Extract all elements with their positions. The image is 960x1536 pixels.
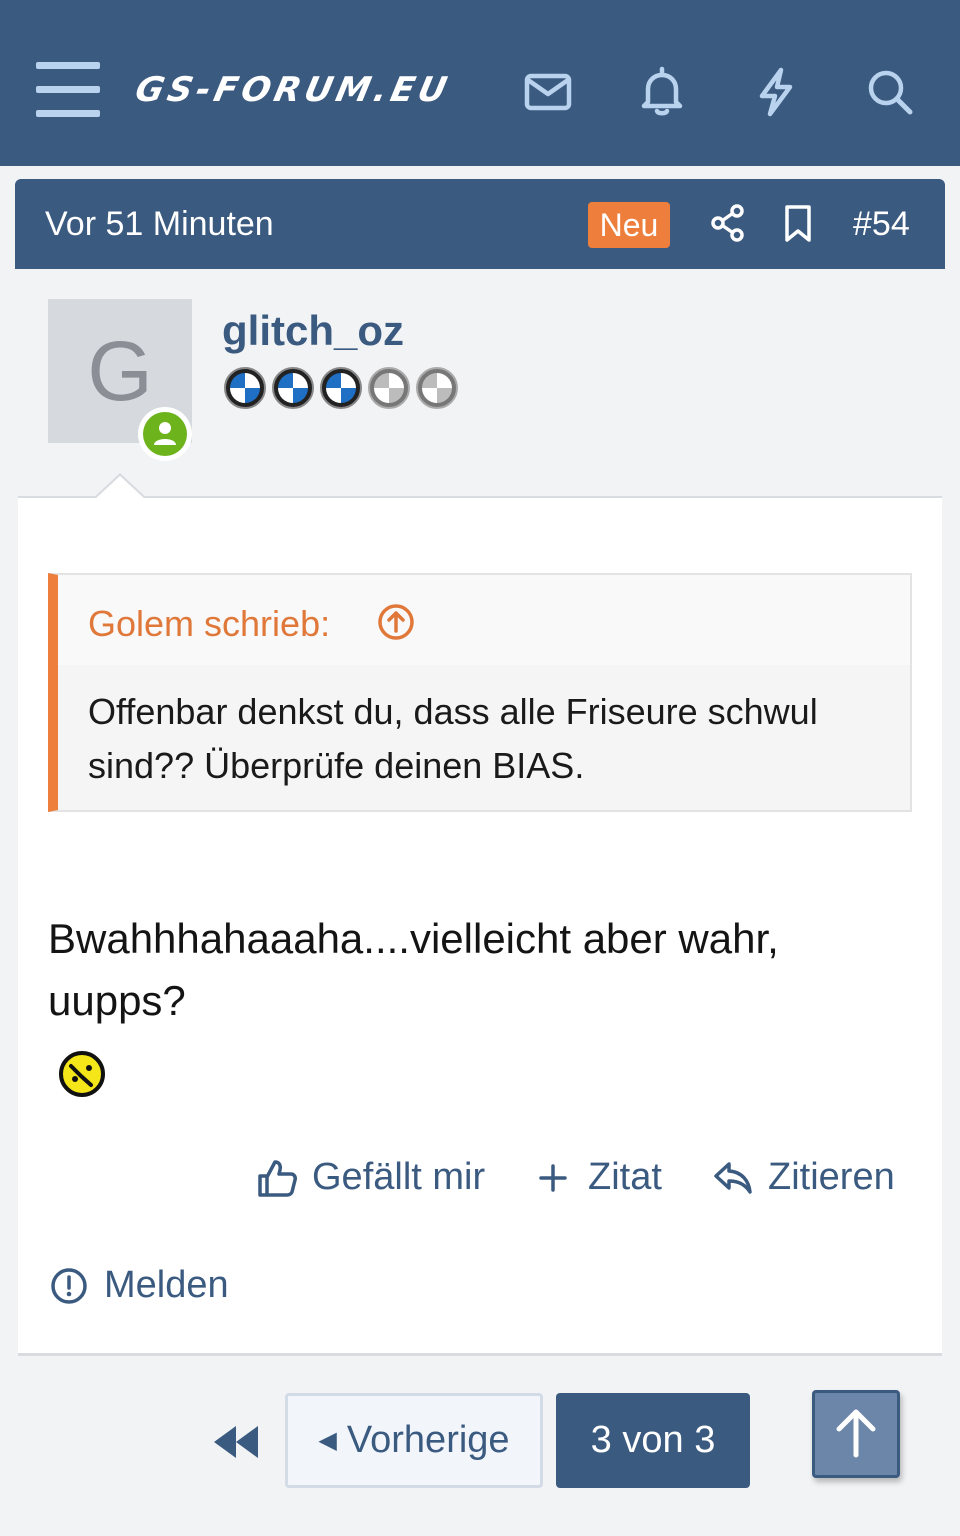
arrow-up-circle-icon[interactable] xyxy=(376,602,416,642)
rank-filled-icon xyxy=(222,365,268,411)
report-label: Melden xyxy=(104,1264,229,1306)
bookmark-icon[interactable] xyxy=(776,201,820,245)
page-indicator-button[interactable]: 3 von 3 xyxy=(556,1393,750,1488)
post-message: Bwahhhahaaaha....vielleicht aber wahr, u… xyxy=(48,915,779,1024)
reply-label: Zitieren xyxy=(768,1156,895,1198)
envelope-icon[interactable] xyxy=(520,64,576,120)
like-button[interactable]: Gefällt mir xyxy=(256,1156,485,1199)
post-header: Vor 51 Minuten Neu #54 xyxy=(15,179,945,269)
bell-icon[interactable] xyxy=(634,64,690,120)
like-label: Gefällt mir xyxy=(312,1156,486,1198)
quote-block: Golem schrieb: Offenbar denkst du, dass … xyxy=(48,573,912,812)
rank-empty-icon xyxy=(414,365,460,411)
new-badge: Neu xyxy=(588,202,670,248)
scroll-to-top-button[interactable] xyxy=(812,1390,900,1478)
post-body: Golem schrieb: Offenbar denkst du, dass … xyxy=(18,498,942,1356)
post-number[interactable]: #54 xyxy=(853,205,910,244)
site-logo[interactable]: GS-FORUM.EU xyxy=(132,70,455,110)
thumbs-up-icon xyxy=(258,1159,297,1197)
quote-text: Offenbar denkst du, dass alle Friseure s… xyxy=(88,691,818,786)
previous-page-button[interactable]: ◀ Vorherige xyxy=(285,1393,543,1488)
username[interactable]: glitch_oz xyxy=(222,307,404,355)
quote-author[interactable]: Golem schrieb: xyxy=(88,603,330,645)
smiley-icon xyxy=(58,1050,106,1098)
share-icon[interactable] xyxy=(706,201,750,245)
rank-filled-icon xyxy=(270,365,316,411)
online-indicator xyxy=(138,407,192,461)
add-quote-label: Zitat xyxy=(588,1156,662,1198)
previous-page-label: Vorherige xyxy=(346,1419,510,1461)
plus-icon xyxy=(539,1163,567,1192)
top-navigation-bar: GS-FORUM.EU xyxy=(0,0,960,166)
report-icon xyxy=(51,1267,87,1304)
user-online-icon xyxy=(143,412,187,456)
report-button[interactable]: Melden xyxy=(48,1264,229,1307)
user-rank xyxy=(222,365,462,411)
quote-header[interactable]: Golem schrieb: xyxy=(58,575,910,665)
arrow-up-icon xyxy=(836,1409,876,1458)
post-user-info: G glitch_oz xyxy=(18,269,942,500)
menu-icon[interactable] xyxy=(36,62,100,118)
reply-button[interactable]: Zitieren xyxy=(712,1156,895,1199)
user-arrow-fill xyxy=(94,476,146,500)
search-icon[interactable] xyxy=(862,64,918,120)
caret-left-icon: ◀ xyxy=(318,1427,337,1454)
bolt-icon[interactable] xyxy=(748,64,804,120)
add-quote-button[interactable]: Zitat xyxy=(532,1156,662,1199)
post-timestamp[interactable]: Vor 51 Minuten xyxy=(45,205,274,244)
first-page-icon[interactable] xyxy=(206,1412,266,1472)
reply-icon xyxy=(714,1161,752,1194)
rank-filled-icon xyxy=(318,365,364,411)
rank-empty-icon xyxy=(366,365,412,411)
